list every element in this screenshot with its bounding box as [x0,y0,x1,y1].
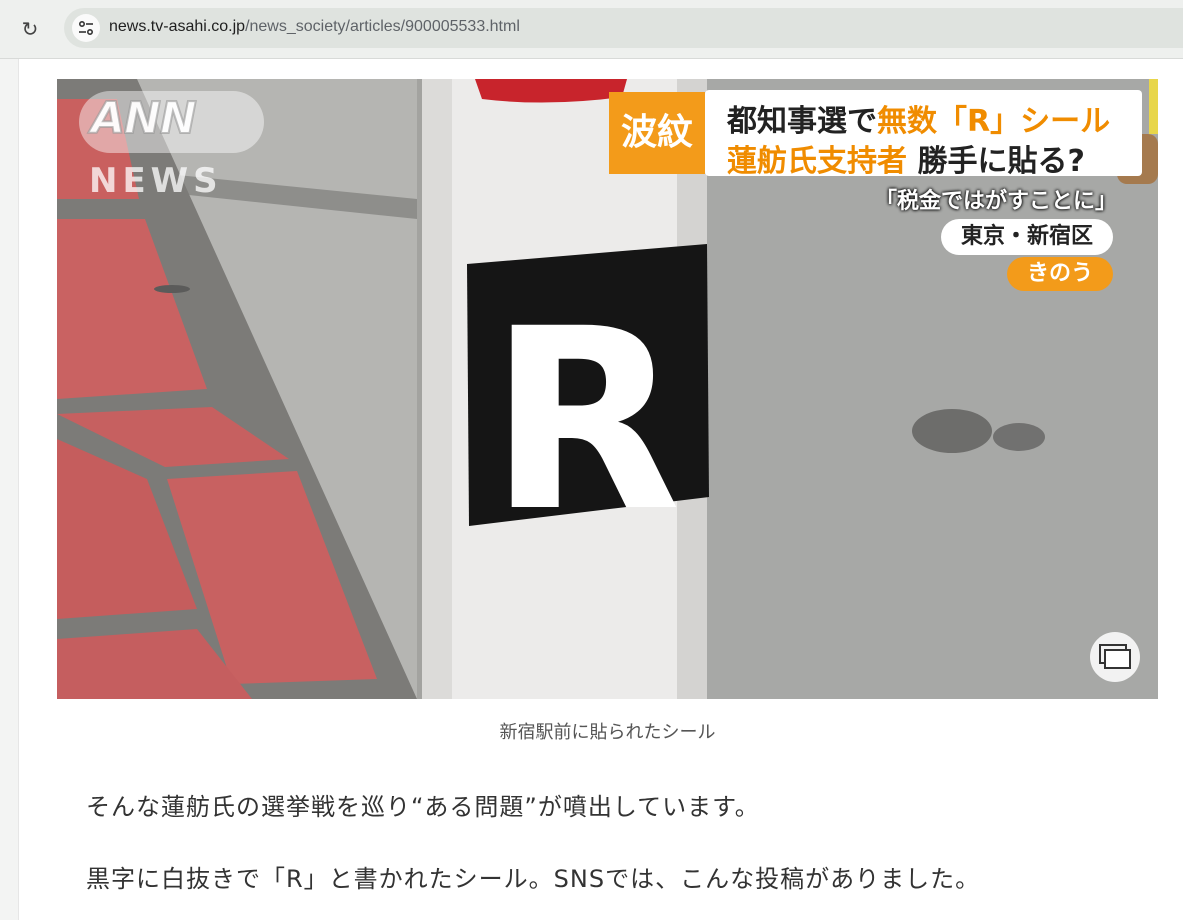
stain [912,409,992,453]
headline-box: 都知事選で無数「R」シール 蓮舫氏支持者 勝手に貼る? [705,90,1142,179]
headline-line1-b: 無数「R」シール [877,104,1111,139]
stain [993,423,1045,451]
location-pill: 東京・新宿区 [941,219,1113,255]
article-page: R ANN NEWS 波紋 都知事選で無数「R」シール 蓮舫氏支持者 勝手に貼る… [0,59,1183,920]
r-sticker-letter: R [489,275,682,566]
program-tag: 波紋 [609,92,705,174]
page-margin [0,59,19,920]
picture-in-picture-icon [1099,644,1131,669]
news-logo: NEWS [89,161,223,201]
address-bar[interactable]: news.tv-asahi.co.jp/news_society/article… [64,8,1183,48]
date-pill: きのう [1007,257,1113,291]
article-paragraph: そんな蓮舫氏の選挙戦を巡り“ある問題”が噴出しています。 [86,793,760,821]
article-paragraph: 黒字に白抜きで「R」と書かれたシール。SNSでは、こんな投稿がありました。 [86,865,981,893]
pole-shade [422,79,452,699]
reload-icon[interactable]: ↻ [18,17,42,41]
headline-line2-a: 蓮舫氏支持者 [727,144,907,179]
red-sticker [475,79,627,103]
headline-line2-b: 勝手に貼る? [907,144,1085,179]
tune-icon [78,20,94,36]
browser-toolbar: ↻ news.tv-asahi.co.jp/news_society/artic… [0,0,1183,59]
yellow-edge [1149,79,1158,134]
url-path: /news_society/articles/900005533.html [245,18,520,35]
photo-caption: 新宿駅前に貼られたシール [499,722,716,743]
ann-logo: ANN [90,92,198,145]
headline-line2: 蓮舫氏支持者 勝手に貼る? [727,136,1085,180]
quote-caption: 「税金ではがすことに」 [875,189,1118,214]
url-text[interactable]: news.tv-asahi.co.jp/news_society/article… [109,18,520,36]
article-photo[interactable]: R ANN NEWS 波紋 都知事選で無数「R」シール 蓮舫氏支持者 勝手に貼る… [57,79,1158,699]
pip-button[interactable] [1090,632,1140,682]
url-domain: news.tv-asahi.co.jp [109,18,246,35]
stain [154,285,190,293]
headline-line1: 都知事選で無数「R」シール [727,96,1110,140]
site-info-button[interactable] [72,14,100,42]
headline-line1-a: 都知事選で [727,104,877,139]
